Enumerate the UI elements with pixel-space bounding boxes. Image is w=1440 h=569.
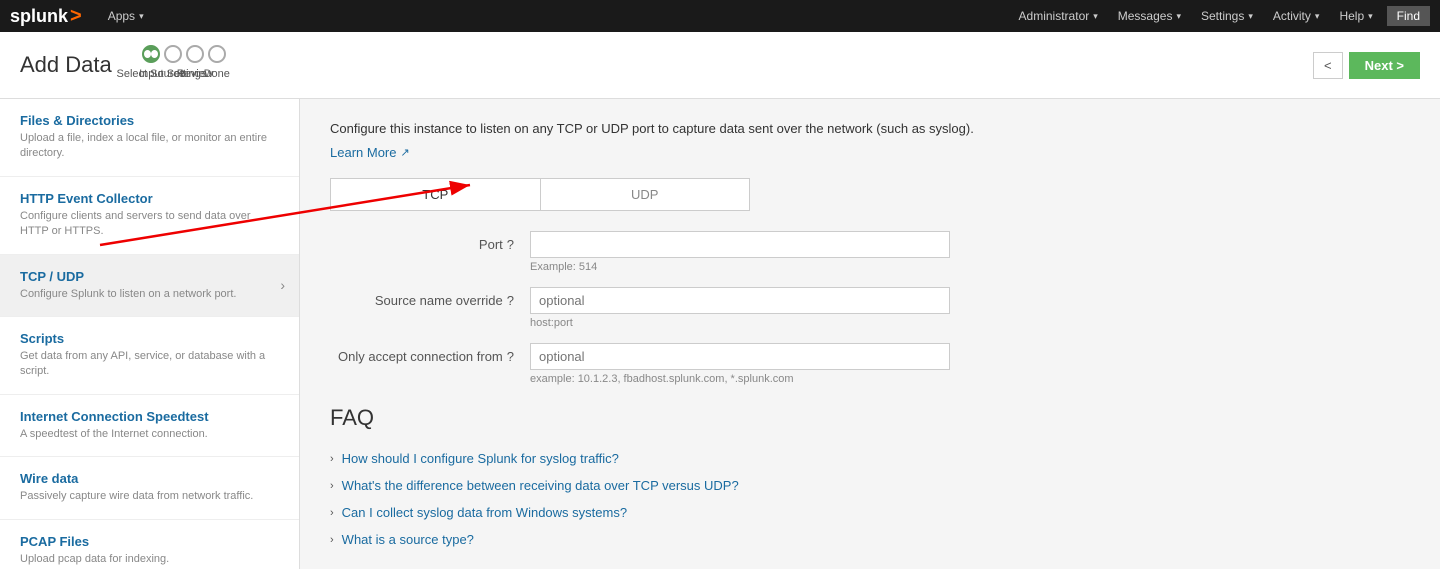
external-link-icon: ↗ [400, 146, 409, 159]
sidebar-item-speedtest[interactable]: Internet Connection Speedtest A speedtes… [0, 395, 299, 457]
chevron-right-icon: › [280, 277, 285, 293]
step-circle-3 [186, 45, 204, 63]
faq-chevron-4-icon: › [330, 534, 334, 546]
wizard-step-review: Review [186, 45, 204, 63]
port-field: Example: 514 [530, 231, 1410, 273]
faq-item-2[interactable]: › What's the difference between receivin… [330, 472, 1410, 499]
nav-administrator[interactable]: Administrator ▾ [1009, 0, 1108, 32]
activity-arrow-icon: ▾ [1315, 11, 1320, 22]
sidebar-item-desc-http: Configure clients and servers to send da… [20, 209, 279, 240]
source-field: host:port [530, 287, 1410, 329]
sidebar-item-title-scripts: Scripts [20, 331, 279, 346]
sidebar-item-desc-wire: Passively capture wire data from network… [20, 489, 279, 504]
prev-button[interactable]: < [1313, 52, 1343, 79]
nav-apps[interactable]: Apps ▾ [98, 0, 154, 32]
header-bar: Add Data Select Source Input Settings [0, 32, 1440, 99]
find-button[interactable]: Find [1387, 6, 1430, 26]
faq-title: FAQ [330, 405, 1410, 431]
top-navigation: splunk> Apps ▾ Administrator ▾ Messages … [0, 0, 1440, 32]
sidebar-item-title-speedtest: Internet Connection Speedtest [20, 409, 279, 424]
next-button[interactable]: Next > [1349, 52, 1420, 79]
page-title: Add Data [20, 52, 112, 78]
source-help-icon[interactable]: ? [507, 293, 514, 308]
wizard-steps: Select Source Input Settings Review Done [142, 44, 1283, 86]
port-label: Port ? [330, 231, 530, 252]
step-label-4: Done [204, 68, 230, 80]
nav-messages[interactable]: Messages ▾ [1108, 0, 1191, 32]
connection-label: Only accept connection from ? [330, 343, 530, 364]
connection-help-icon[interactable]: ? [507, 349, 514, 364]
learn-more-link[interactable]: Learn More ↗ [330, 145, 410, 160]
faq-item-3[interactable]: › Can I collect syslog data from Windows… [330, 499, 1410, 526]
sidebar-item-title-tcp: TCP / UDP [20, 269, 279, 284]
apps-arrow-icon: ▾ [139, 11, 144, 22]
port-row: Port ? Example: 514 [330, 231, 1410, 273]
connection-hint: example: 10.1.2.3, fbadhost.splunk.com, … [530, 373, 1410, 385]
logo-gt: > [70, 5, 82, 28]
messages-arrow-icon: ▾ [1176, 11, 1181, 22]
faq-chevron-3-icon: › [330, 507, 334, 519]
sidebar-item-title-wire: Wire data [20, 471, 279, 486]
port-hint: Example: 514 [530, 261, 1410, 273]
port-help-icon[interactable]: ? [507, 237, 514, 252]
main-layout: Files & Directories Upload a file, index… [0, 99, 1440, 569]
nav-activity[interactable]: Activity ▾ [1263, 0, 1330, 32]
faq-chevron-1-icon: › [330, 453, 334, 465]
sidebar-item-desc-tcp: Configure Splunk to listen on a network … [20, 287, 279, 302]
main-content: Configure this instance to listen on any… [300, 99, 1440, 569]
sidebar-item-scripts[interactable]: Scripts Get data from any API, service, … [0, 317, 299, 395]
wizard-step-select-source: Select Source [142, 45, 160, 63]
faq-section: FAQ › How should I configure Splunk for … [330, 405, 1410, 553]
sidebar-item-tcp-udp[interactable]: TCP / UDP Configure Splunk to listen on … [0, 255, 299, 317]
connection-input[interactable] [530, 343, 950, 370]
faq-chevron-2-icon: › [330, 480, 334, 492]
topnav-right-section: Administrator ▾ Messages ▾ Settings ▾ Ac… [1009, 0, 1430, 32]
udp-button[interactable]: UDP [541, 179, 750, 210]
sidebar-item-title-http: HTTP Event Collector [20, 191, 279, 206]
wizard-step-input-settings: Input Settings [164, 45, 182, 63]
source-label: Source name override ? [330, 287, 530, 308]
sidebar-item-desc-scripts: Get data from any API, service, or datab… [20, 349, 279, 380]
sidebar: Files & Directories Upload a file, index… [0, 99, 300, 569]
sidebar-item-title-pcap: PCAP Files [20, 534, 279, 549]
source-input[interactable] [530, 287, 950, 314]
faq-item-1[interactable]: › How should I configure Splunk for sysl… [330, 445, 1410, 472]
splunk-logo[interactable]: splunk> [10, 5, 82, 28]
source-row: Source name override ? host:port [330, 287, 1410, 329]
nav-help[interactable]: Help ▾ [1329, 0, 1382, 32]
step-circle-4 [208, 45, 226, 63]
sidebar-item-title-files: Files & Directories [20, 113, 279, 128]
logo-text: splunk [10, 6, 68, 27]
step-circle-2 [164, 45, 182, 63]
sidebar-item-desc-files: Upload a file, index a local file, or mo… [20, 131, 279, 162]
sidebar-item-pcap[interactable]: PCAP Files Upload pcap data for indexing… [0, 520, 299, 569]
faq-item-4[interactable]: › What is a source type? [330, 526, 1410, 553]
wizard-buttons: < Next > [1313, 52, 1420, 79]
form-area: Port ? Example: 514 Source name override… [330, 231, 1410, 385]
admin-arrow-icon: ▾ [1093, 11, 1098, 22]
port-input[interactable] [530, 231, 950, 258]
sidebar-item-desc-speedtest: A speedtest of the Internet connection. [20, 427, 279, 442]
step-circle-1 [142, 45, 160, 63]
settings-arrow-icon: ▾ [1248, 11, 1253, 22]
sidebar-item-wire-data[interactable]: Wire data Passively capture wire data fr… [0, 457, 299, 519]
sidebar-item-http-event[interactable]: HTTP Event Collector Configure clients a… [0, 177, 299, 255]
connection-field: example: 10.1.2.3, fbadhost.splunk.com, … [530, 343, 1410, 385]
content-description: Configure this instance to listen on any… [330, 119, 1410, 139]
protocol-toggle: TCP UDP [330, 178, 750, 211]
tcp-button[interactable]: TCP [331, 179, 541, 210]
sidebar-item-files-directories[interactable]: Files & Directories Upload a file, index… [0, 99, 299, 177]
nav-settings[interactable]: Settings ▾ [1191, 0, 1263, 32]
wizard-step-done: Done [208, 45, 226, 63]
connection-row: Only accept connection from ? example: 1… [330, 343, 1410, 385]
source-hint: host:port [530, 317, 1410, 329]
help-arrow-icon: ▾ [1368, 11, 1373, 22]
